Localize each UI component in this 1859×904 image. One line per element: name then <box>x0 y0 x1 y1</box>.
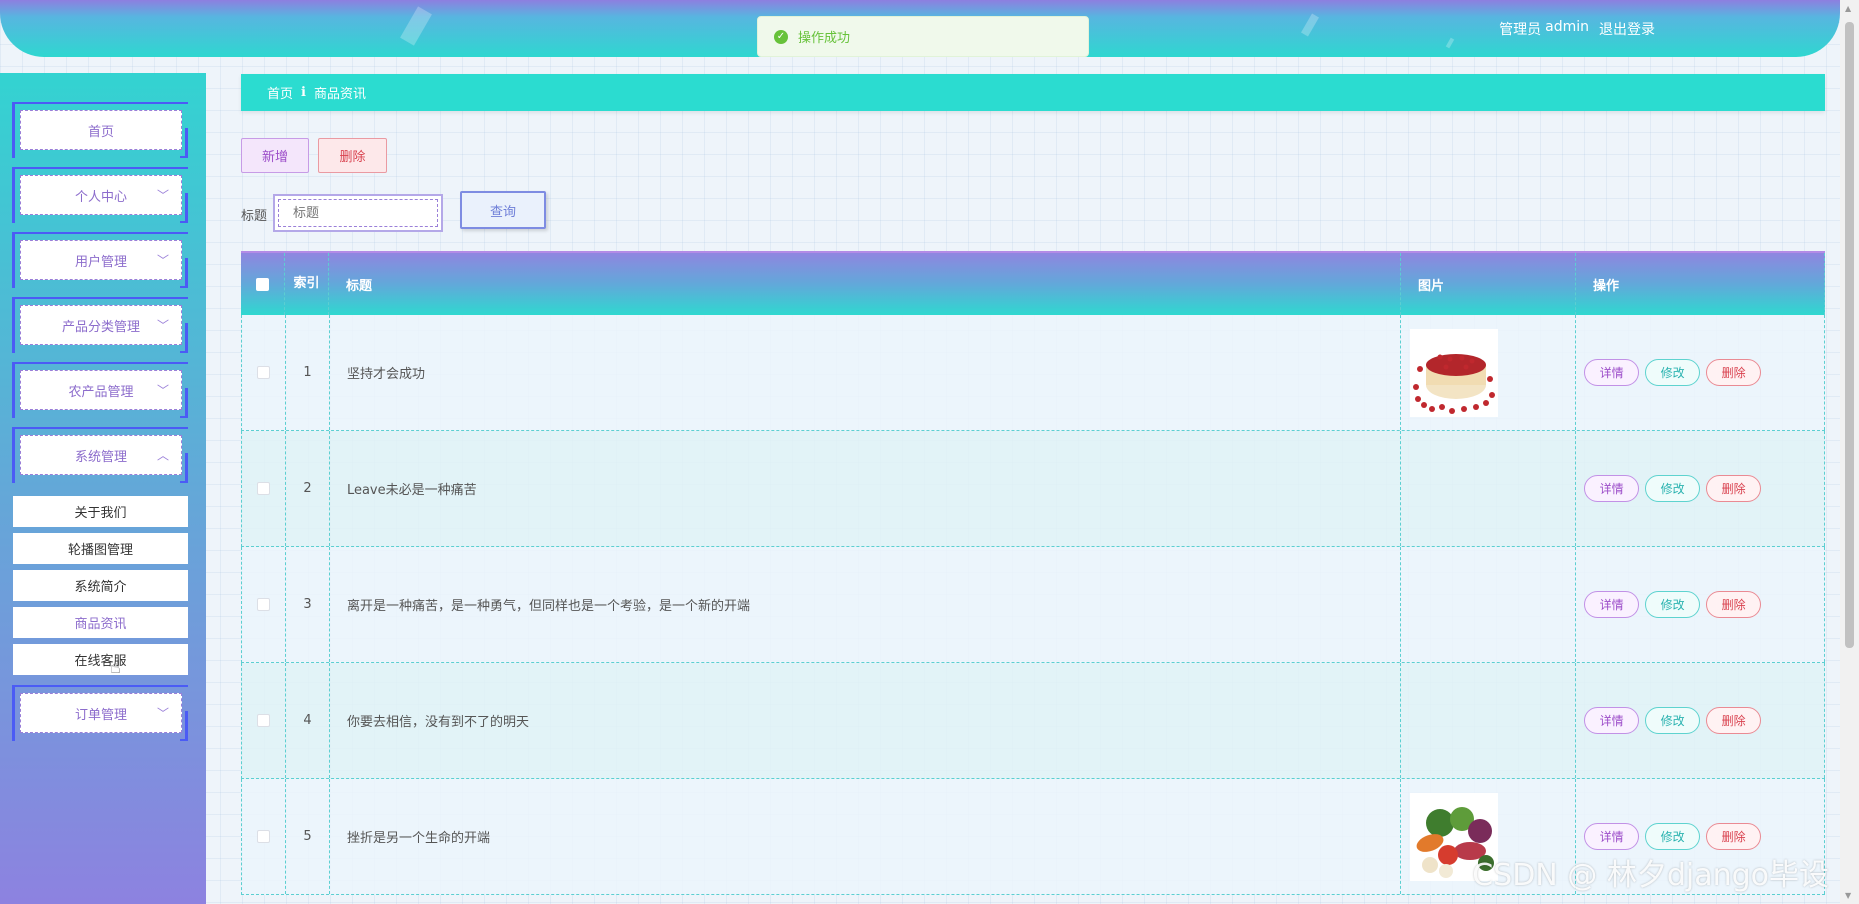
chevron-down-icon: ﹀ <box>156 383 169 398</box>
scroll-down-arrow-icon[interactable]: ▼ <box>1845 891 1851 900</box>
row-checkbox[interactable] <box>256 714 270 727</box>
row-index: 4 <box>286 663 330 778</box>
detail-button[interactable]: 详情 <box>1584 591 1640 618</box>
scroll-up-arrow-icon[interactable]: ▲ <box>1845 4 1851 13</box>
header-select-all[interactable] <box>241 253 285 315</box>
row-image-empty <box>1401 547 1577 662</box>
header-index: 索引 <box>285 253 329 315</box>
page-scrollbar[interactable]: ▲ ▼ <box>1840 0 1859 904</box>
sidebar-item-order-management[interactable]: 订单管理 ﹀ <box>12 685 188 741</box>
row-delete-button[interactable]: 删除 <box>1706 707 1762 734</box>
add-button[interactable]: 新增 <box>241 138 309 173</box>
row-index: 1 <box>286 315 330 430</box>
sidebar-item-label: 首页 <box>87 124 114 140</box>
scrollbar-thumb[interactable] <box>1845 22 1854 648</box>
sidebar-item-system-management[interactable]: 系统管理 ︿ <box>12 427 188 483</box>
detail-button[interactable]: 详情 <box>1584 707 1640 734</box>
row-title: 离开是一种痛苦，是一种勇气，但同样也是一个考验，是一个新的开端 <box>330 547 1402 662</box>
select-all-checkbox[interactable] <box>256 277 269 291</box>
edit-button[interactable]: 修改 <box>1645 707 1701 734</box>
title-search-input[interactable] <box>278 199 438 227</box>
row-delete-button[interactable]: 删除 <box>1706 475 1762 502</box>
breadcrumb-separator-icon: ℹ <box>301 85 306 100</box>
search-input-wrapper <box>273 194 443 232</box>
toast-message: 操作成功 <box>798 31 851 46</box>
delete-button[interactable]: 删除 <box>318 138 387 173</box>
detail-button[interactable]: 详情 <box>1584 475 1640 502</box>
row-title: 你要去相信，没有到不了的明天 <box>330 663 1402 778</box>
detail-button[interactable]: 详情 <box>1584 823 1640 850</box>
sidebar-item-home[interactable]: 首页 <box>12 102 188 158</box>
edit-button[interactable]: 修改 <box>1645 591 1701 618</box>
sidebar-item-label: 用户管理 <box>74 254 127 270</box>
breadcrumb-home[interactable]: 首页 <box>267 83 293 102</box>
row-delete-button[interactable]: 删除 <box>1706 823 1762 850</box>
row-image-empty <box>1401 663 1577 778</box>
sidebar-item-category-management[interactable]: 产品分类管理 ﹀ <box>12 297 188 353</box>
edit-button[interactable]: 修改 <box>1645 359 1701 386</box>
row-index: 5 <box>286 779 330 894</box>
search-label: 标题 <box>241 209 268 224</box>
submenu-item-carousel[interactable]: 轮播图管理 <box>13 533 188 564</box>
sidebar-item-product-management[interactable]: 农产品管理 ﹀ <box>12 362 188 418</box>
chevron-down-icon: ﹀ <box>156 318 169 333</box>
row-image-empty <box>1401 431 1577 546</box>
news-table: 索引 标题 图片 操作 1 坚持才会成功 详情 修改 删除 2 Leave未必是… <box>241 251 1825 904</box>
success-toast: ✓ 操作成功 <box>757 16 1089 57</box>
sidebar-item-label: 订单管理 <box>74 707 127 723</box>
chevron-down-icon: ﹀ <box>156 253 169 268</box>
row-delete-button[interactable]: 删除 <box>1706 591 1762 618</box>
submenu-item-news[interactable]: 商品资讯 <box>13 607 188 638</box>
table-row: 4 你要去相信，没有到不了的明天 详情 修改 删除 <box>241 663 1825 779</box>
row-index: 2 <box>286 431 330 546</box>
row-checkbox[interactable] <box>256 366 270 379</box>
table-body: 1 坚持才会成功 详情 修改 删除 2 Leave未必是一种痛苦 详情 修改 删… <box>241 315 1825 895</box>
header-actions: 操作 <box>1576 253 1825 315</box>
table-row: 3 离开是一种痛苦，是一种勇气，但同样也是一个考验，是一个新的开端 详情 修改 … <box>241 547 1825 663</box>
role-label: 管理员 <box>1499 22 1542 38</box>
detail-button[interactable]: 详情 <box>1584 359 1640 386</box>
submenu-item-about-us[interactable]: 关于我们 <box>13 496 188 527</box>
row-title: 挫折是另一个生命的开端 <box>330 779 1402 894</box>
row-checkbox[interactable] <box>256 598 270 611</box>
header-image: 图片 <box>1401 253 1576 315</box>
chevron-down-icon: ﹀ <box>156 188 169 203</box>
breadcrumb: 首页 ℹ 商品资讯 <box>241 74 1825 111</box>
chevron-down-icon: ﹀ <box>156 706 169 721</box>
hand-cursor-icon: ☝ <box>110 657 121 678</box>
sidebar-item-label: 产品分类管理 <box>61 319 140 335</box>
submenu-item-online-service[interactable]: 在线客服 <box>13 644 188 675</box>
breadcrumb-current: 商品资讯 <box>313 87 366 102</box>
decor-shard <box>1445 37 1455 49</box>
watermark: CSDN @ 林夕django毕设 <box>1472 858 1829 893</box>
logout-link[interactable]: 退出登录 <box>1599 19 1655 39</box>
row-checkbox[interactable] <box>256 482 270 495</box>
query-button[interactable]: 查询 <box>460 191 546 229</box>
sidebar-item-personal-center[interactable]: 个人中心 ﹀ <box>12 167 188 223</box>
row-checkbox[interactable] <box>256 830 270 843</box>
row-delete-button[interactable]: 删除 <box>1706 359 1762 386</box>
sidebar-item-label: 农产品管理 <box>68 384 134 400</box>
header-title: 标题 <box>329 253 1401 315</box>
table-row: 1 坚持才会成功 详情 修改 删除 <box>241 315 1825 431</box>
red-beans-image <box>1410 328 1499 417</box>
sidebar-item-label: 个人中心 <box>74 189 127 205</box>
row-title: 坚持才会成功 <box>330 315 1402 430</box>
decor-shard <box>1301 13 1319 37</box>
table-header: 索引 标题 图片 操作 <box>241 253 1825 315</box>
table-row: 2 Leave未必是一种痛苦 详情 修改 删除 <box>241 431 1825 547</box>
username: admin <box>1545 19 1589 35</box>
row-title: Leave未必是一种痛苦 <box>330 431 1402 546</box>
sidebar-item-label: 系统管理 <box>74 449 127 465</box>
decor-shard <box>400 6 432 46</box>
row-index: 3 <box>286 547 330 662</box>
sidebar-item-user-management[interactable]: 用户管理 ﹀ <box>12 232 188 288</box>
chevron-up-icon: ︿ <box>156 448 169 463</box>
check-circle-icon: ✓ <box>774 29 788 44</box>
user-area: 管理员 admin 退出登录 <box>1499 19 1655 39</box>
edit-button[interactable]: 修改 <box>1645 475 1701 502</box>
submenu-item-system-intro[interactable]: 系统简介 <box>13 570 188 601</box>
edit-button[interactable]: 修改 <box>1645 823 1701 850</box>
